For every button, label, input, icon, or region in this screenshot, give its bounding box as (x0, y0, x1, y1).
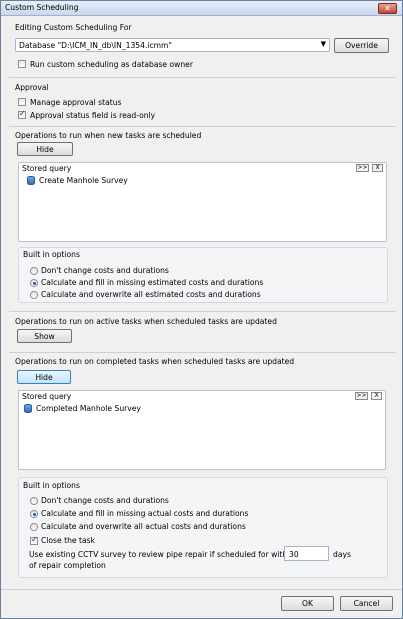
option-no-change-label: Don't change costs and durations (41, 266, 169, 275)
active-tasks-heading: Operations to run on active tasks when s… (15, 317, 277, 326)
completed-tasks-heading: Operations to run on completed tasks whe… (15, 357, 295, 366)
new-tasks-stored-query-panel: Stored query >> X Create Manhole Survey (18, 162, 387, 242)
close-button[interactable]: ✕ (378, 3, 397, 14)
cctv-days-value: 30 (289, 550, 299, 559)
run-as-owner-label: Run custom scheduling as database owner (30, 60, 193, 69)
stored-query-label: Stored query (22, 392, 72, 401)
option-fill-missing-radio[interactable] (30, 510, 38, 518)
completed-tasks-stored-query-panel: Stored query >> X Completed Manhole Surv… (18, 390, 386, 470)
database-icon (27, 176, 35, 185)
approval-readonly-checkbox[interactable] (18, 109, 26, 119)
remove-query-button[interactable]: X (372, 164, 383, 172)
cctv-days-input[interactable]: 30 (284, 546, 329, 561)
new-tasks-hide-button[interactable]: Hide (17, 142, 73, 156)
chevron-down-icon: ▼ (320, 40, 326, 48)
builtin-heading: Built in options (23, 481, 80, 490)
option-no-change-label: Don't change costs and durations (41, 496, 169, 505)
option-fill-missing-label: Calculate and fill in missing estimated … (41, 278, 264, 287)
builtin-heading: Built in options (23, 250, 80, 259)
close-task-label: Close the task (41, 536, 95, 545)
option-overwrite-radio[interactable] (30, 291, 38, 299)
list-item[interactable]: Create Manhole Survey (27, 175, 227, 186)
custom-scheduling-dialog: Custom Scheduling ✕ Editing Custom Sched… (0, 0, 403, 619)
option-overwrite-label: Calculate and overwrite all estimated co… (41, 290, 261, 299)
days-label: days (333, 550, 351, 559)
database-value: Database "D:\ICM_IN_db\IN_1354.icmm" (19, 41, 172, 50)
option-overwrite-radio[interactable] (30, 523, 38, 531)
database-icon (24, 404, 32, 413)
divider (9, 311, 396, 312)
add-query-button[interactable]: >> (355, 392, 368, 400)
remove-query-button[interactable]: X (371, 392, 382, 400)
database-select[interactable]: Database "D:\ICM_IN_db\IN_1354.icmm" ▼ (15, 38, 330, 52)
option-no-change-radio[interactable] (30, 267, 38, 275)
divider (9, 77, 396, 78)
cctv-label-line2: of repair completion (29, 561, 106, 570)
title-bar: Custom Scheduling ✕ (1, 1, 402, 16)
close-icon: ✕ (384, 4, 391, 13)
approval-readonly-label: Approval status field is read-only (30, 111, 156, 120)
divider (9, 126, 396, 127)
approval-heading: Approval (15, 83, 49, 92)
option-no-change-radio[interactable] (30, 497, 38, 505)
option-overwrite-label: Calculate and overwrite all actual costs… (41, 522, 246, 531)
query-item-label: Completed Manhole Survey (36, 404, 141, 413)
ok-button[interactable]: OK (281, 596, 334, 611)
run-as-owner-checkbox[interactable] (18, 60, 26, 68)
stored-query-label: Stored query (22, 164, 72, 173)
manage-approval-checkbox[interactable] (18, 98, 26, 106)
add-query-button[interactable]: >> (356, 164, 369, 172)
option-fill-missing-label: Calculate and fill in missing actual cos… (41, 509, 249, 518)
completed-tasks-builtin-group: Built in options Don't change costs and … (18, 477, 388, 578)
cancel-button[interactable]: Cancel (340, 596, 393, 611)
list-item[interactable]: Completed Manhole Survey (24, 403, 224, 414)
divider (9, 352, 396, 353)
window-title: Custom Scheduling (5, 3, 79, 12)
cctv-label-line1: Use existing CCTV survey to review pipe … (29, 550, 295, 559)
option-fill-missing-radio[interactable] (30, 279, 38, 287)
close-task-checkbox[interactable] (30, 535, 38, 545)
new-tasks-builtin-group: Built in options Don't change costs and … (18, 247, 388, 303)
query-item-label: Create Manhole Survey (39, 176, 128, 185)
divider (1, 589, 402, 590)
editing-label: Editing Custom Scheduling For (15, 23, 132, 32)
completed-tasks-hide-button[interactable]: Hide (17, 370, 71, 384)
active-tasks-show-button[interactable]: Show (17, 329, 72, 343)
override-button[interactable]: Override (334, 38, 389, 53)
new-tasks-heading: Operations to run when new tasks are sch… (15, 131, 202, 140)
manage-approval-label: Manage approval status (30, 98, 122, 107)
